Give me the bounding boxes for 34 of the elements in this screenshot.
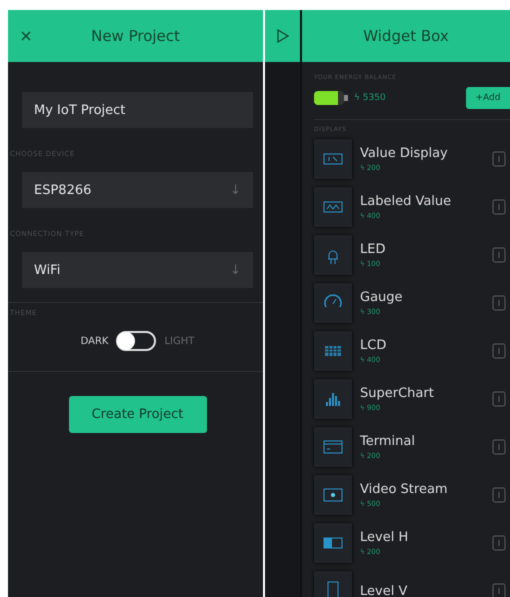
widget-name: Video Stream [360,482,449,497]
info-icon[interactable] [492,487,506,503]
theme-toggle[interactable] [116,331,156,351]
widget-item[interactable]: Level V [302,567,510,597]
widget-name: Terminal [360,434,416,449]
screen-title: New Project [90,27,181,45]
widget-name: Labeled Value [360,194,452,209]
info-icon[interactable] [492,295,506,311]
play-icon[interactable] [276,28,290,44]
battery-icon [314,91,348,105]
screen-title: Widget Box [362,27,450,45]
widget-name: LCD [360,338,388,353]
info-icon[interactable] [492,439,506,455]
theme-option[interactable]: DARK [80,336,108,346]
info-icon[interactable] [492,151,506,167]
info-icon[interactable] [492,199,506,215]
widget-name: Level V [360,584,408,597]
info-icon[interactable] [492,391,506,407]
device-select[interactable]: ESP8266 ↓ [22,172,253,208]
widget-name: Value Display [360,146,449,161]
info-icon[interactable] [492,535,506,551]
info-icon[interactable] [492,247,506,263]
connection-select[interactable]: WiFi ↓ [22,252,253,288]
info-icon[interactable] [492,343,506,359]
widget-name: Gauge [360,290,404,305]
info-icon[interactable] [492,583,506,597]
widget-name: SuperChart [360,386,435,401]
widget-name: LED [360,242,386,257]
add-energy-button[interactable]: +Add [466,87,510,109]
project-name-field[interactable]: My IoT Project [22,92,253,128]
widget-name: Level H [360,530,410,545]
create-project-button[interactable]: Create Project [68,396,206,433]
energy-balance: ϟ 5350 [354,93,387,103]
close-icon[interactable] [20,30,32,42]
